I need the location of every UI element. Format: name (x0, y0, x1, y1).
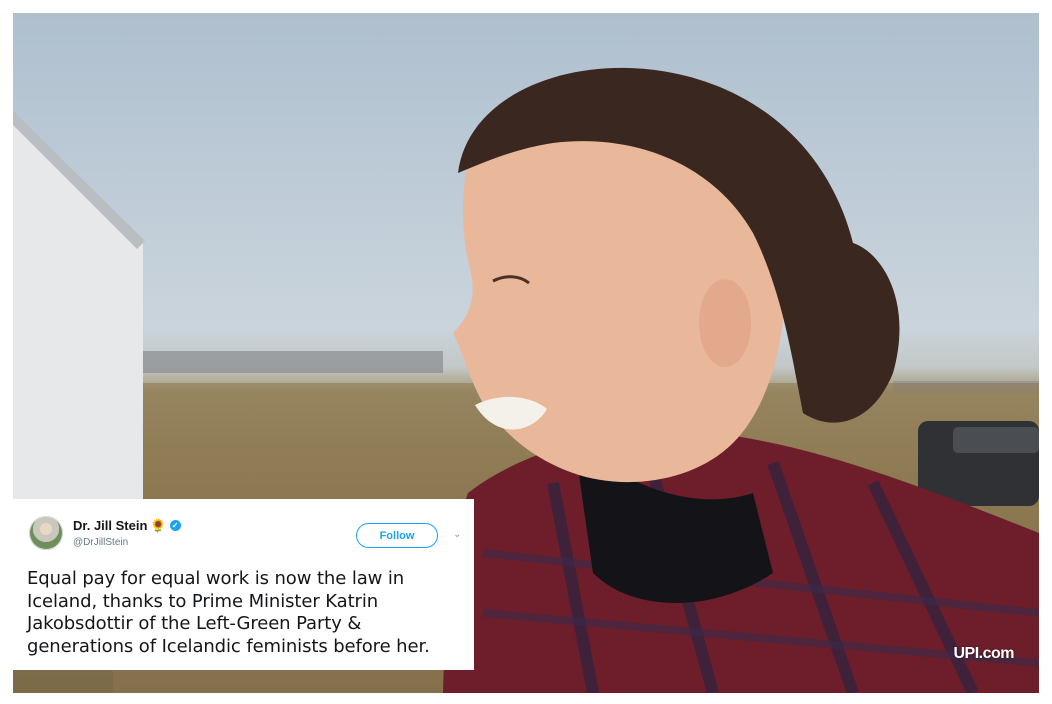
horizon-buildings (123, 351, 443, 373)
watermark: UPI.com (953, 645, 1014, 662)
chevron-down-icon[interactable]: ⌄ (453, 529, 461, 540)
tweet-author-row: Dr. Jill Stein 🌻 ✓ (73, 518, 181, 533)
white-building (13, 113, 143, 513)
tweet-text-line: Jakobsdottir of the Left-Green Party & (27, 613, 362, 634)
tweet-card: Dr. Jill Stein 🌻 ✓ @DrJillStein Follow ⌄… (13, 499, 474, 670)
car-window (953, 427, 1039, 453)
tweet-text-line: Iceland, thanks to Prime Minister Katrin (27, 590, 379, 612)
display-name[interactable]: Dr. Jill Stein (73, 518, 147, 533)
ear (699, 279, 751, 367)
user-handle[interactable]: @DrJillStein (73, 537, 128, 548)
verified-badge-icon: ✓ (169, 520, 181, 531)
follow-button[interactable]: Follow (356, 523, 438, 548)
tweet-text-line: generations of Icelandic feminists befor… (27, 635, 430, 657)
sunflower-icon: 🌻 (150, 518, 167, 533)
tweet-text-line: Equal pay for equal work is now the law … (27, 568, 405, 589)
tweet-text: Equal pay for equal work is now the law … (27, 568, 467, 658)
avatar[interactable] (29, 516, 63, 550)
